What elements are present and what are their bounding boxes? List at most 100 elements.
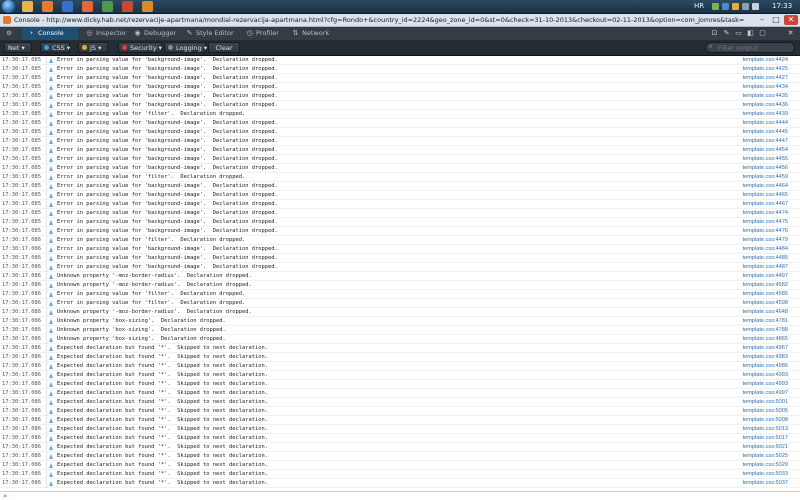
battery-icon[interactable] (752, 3, 759, 10)
log-row[interactable]: 17:30:17.085 Error in parsing value for '… (0, 191, 800, 200)
log-row[interactable]: 17:30:17.086 Expected declaration but fou… (0, 416, 800, 425)
log-row[interactable]: 17:30:17.085 Error in parsing value for '… (0, 128, 800, 137)
log-row[interactable]: 17:30:17.085 Error in parsing value for '… (0, 74, 800, 83)
log-row[interactable]: 17:30:17.085 Error in parsing value for '… (0, 92, 800, 101)
log-source-link[interactable]: template.css:5017 (743, 434, 788, 443)
log-row[interactable]: 17:30:17.085 Error in parsing value for '… (0, 110, 800, 119)
log-row[interactable]: 17:30:17.085 Error in parsing value for '… (0, 65, 800, 74)
log-row[interactable]: 17:30:17.085 Error in parsing value for '… (0, 155, 800, 164)
devtools-settings-icon[interactable]: ⚙ (2, 27, 16, 40)
clear-button[interactable]: Clear (208, 42, 240, 53)
log-source-link[interactable]: template.css:4464 (743, 182, 788, 191)
responsive-design-icon[interactable]: ▭ (734, 29, 743, 38)
bluetooth-icon[interactable] (722, 3, 729, 10)
log-source-link[interactable]: template.css:4582 (743, 281, 788, 290)
security-filter-button[interactable]: Security ▾ (118, 42, 162, 53)
network-icon[interactable] (712, 3, 719, 10)
window-icon[interactable]: ▢ (758, 29, 767, 38)
shield-icon[interactable] (732, 3, 739, 10)
tab-profiler[interactable]: ◷ Profiler (240, 27, 284, 40)
log-row[interactable]: 17:30:17.086 Expected declaration but fou… (0, 452, 800, 461)
clock[interactable]: 17:33 (772, 1, 792, 12)
log-source-link[interactable]: template.css:4445 (743, 128, 788, 137)
log-source-link[interactable]: template.css:4781 (743, 317, 788, 326)
log-row[interactable]: 17:30:17.085 Error in parsing value for '… (0, 182, 800, 191)
log-row[interactable]: 17:30:17.085 Error in parsing value for '… (0, 83, 800, 92)
log-source-link[interactable]: template.css:4788 (743, 326, 788, 335)
log-row[interactable]: 17:30:17.085 Error in parsing value for '… (0, 227, 800, 236)
log-row[interactable]: 17:30:17.086 Unknown property 'box-sizing… (0, 317, 800, 326)
log-source-link[interactable]: template.css:4444 (743, 119, 788, 128)
log-source-link[interactable]: template.css:5037 (743, 479, 788, 488)
log-source-link[interactable]: template.css:4598 (743, 299, 788, 308)
log-source-link[interactable]: template.css:5029 (743, 461, 788, 470)
log-source-link[interactable]: template.css:4476 (743, 227, 788, 236)
log-row[interactable]: 17:30:17.086 Unknown property '-moz-borde… (0, 281, 800, 290)
log-source-link[interactable]: template.css:4475 (743, 218, 788, 227)
log-source-link[interactable]: template.css:5025 (743, 452, 788, 461)
maximize-button[interactable]: □ (770, 15, 782, 25)
log-source-link[interactable]: template.css:4585 (743, 290, 788, 299)
start-button-icon[interactable] (2, 0, 15, 13)
log-row[interactable]: 17:30:17.085 Error in parsing value for '… (0, 164, 800, 173)
firefox-icon[interactable] (82, 1, 93, 12)
tab-debugger[interactable]: ◉ Debugger (128, 27, 178, 40)
log-source-link[interactable]: template.css:4997 (743, 389, 788, 398)
log-row[interactable]: 17:30:17.086 Expected declaration but fou… (0, 371, 800, 380)
log-row[interactable]: 17:30:17.085 Error in parsing value for '… (0, 56, 800, 65)
log-row[interactable]: 17:30:17.086 Error in parsing value for '… (0, 263, 800, 272)
log-source-link[interactable]: template.css:5008 (743, 416, 788, 425)
tab-style-editor[interactable]: ✎ Style Editor (180, 27, 238, 40)
log-row[interactable]: 17:30:17.086 Error in parsing value for '… (0, 254, 800, 263)
log-source-link[interactable]: template.css:4967 (743, 344, 788, 353)
log-row[interactable]: 17:30:17.086 Unknown property 'box-sizing… (0, 326, 800, 335)
log-row[interactable]: 17:30:17.085 Error in parsing value for '… (0, 137, 800, 146)
tab-console[interactable]: › Console (22, 27, 78, 40)
log-source-link[interactable]: template.css:4497 (743, 272, 788, 281)
log-row[interactable]: 17:30:17.086 Unknown property 'box-sizing… (0, 335, 800, 344)
log-row[interactable]: 17:30:17.086 Expected declaration but fou… (0, 470, 800, 479)
log-source-link[interactable]: template.css:4648 (743, 308, 788, 317)
log-row[interactable]: 17:30:17.086 Expected declaration but fou… (0, 380, 800, 389)
log-source-link[interactable]: template.css:4455 (743, 155, 788, 164)
log-source-link[interactable]: template.css:4467 (743, 200, 788, 209)
log-row[interactable]: 17:30:17.086 Expected declaration but fou… (0, 407, 800, 416)
log-source-link[interactable]: template.css:5021 (743, 443, 788, 452)
log-row[interactable]: 17:30:17.086 Expected declaration but fou… (0, 398, 800, 407)
app-icon[interactable] (122, 1, 133, 12)
log-source-link[interactable]: template.css:4465 (743, 191, 788, 200)
tab-inspector[interactable]: ◎ Inspector (80, 27, 126, 40)
log-row[interactable]: 17:30:17.086 Expected declaration but fou… (0, 362, 800, 371)
log-source-link[interactable]: template.css:5013 (743, 425, 788, 434)
log-source-link[interactable]: template.css:4436 (743, 101, 788, 110)
log-row[interactable]: 17:30:17.086 Expected declaration but fou… (0, 479, 800, 488)
chrome-icon[interactable] (102, 1, 113, 12)
log-row[interactable]: 17:30:17.086 Error in parsing value for '… (0, 245, 800, 254)
log-row[interactable]: 17:30:17.086 Expected declaration but fou… (0, 461, 800, 470)
media-player-icon[interactable] (42, 1, 53, 12)
log-row[interactable]: 17:30:17.086 Error in parsing value for '… (0, 299, 800, 308)
log-source-link[interactable]: template.css:4983 (743, 353, 788, 362)
log-source-link[interactable]: template.css:4487 (743, 263, 788, 272)
log-row[interactable]: 17:30:17.086 Expected declaration but fou… (0, 389, 800, 398)
log-row[interactable]: 17:30:17.085 Error in parsing value for '… (0, 146, 800, 155)
explorer-icon[interactable] (22, 1, 33, 12)
log-source-link[interactable]: template.css:4439 (743, 110, 788, 119)
log-source-link[interactable]: template.css:5001 (743, 398, 788, 407)
log-source-link[interactable]: template.css:4993 (743, 371, 788, 380)
log-source-link[interactable]: template.css:4993 (743, 380, 788, 389)
log-row[interactable]: 17:30:17.086 Expected declaration but fou… (0, 425, 800, 434)
log-source-link[interactable]: template.css:5033 (743, 470, 788, 479)
volume-icon[interactable] (742, 3, 749, 10)
log-source-link[interactable]: template.css:4865 (743, 335, 788, 344)
log-source-link[interactable]: template.css:4427 (743, 74, 788, 83)
log-source-link[interactable]: template.css:4435 (743, 92, 788, 101)
log-source-link[interactable]: template.css:4424 (743, 56, 788, 65)
log-row[interactable]: 17:30:17.085 Error in parsing value for '… (0, 218, 800, 227)
log-source-link[interactable]: template.css:4434 (743, 83, 788, 92)
log-row[interactable]: 17:30:17.085 Error in parsing value for '… (0, 200, 800, 209)
log-source-link[interactable]: template.css:4456 (743, 164, 788, 173)
net-filter-button[interactable]: Net ▾ (4, 42, 32, 53)
log-row[interactable]: 17:30:17.086 Expected declaration but fou… (0, 443, 800, 452)
css-filter-button[interactable]: CSS ▾ (40, 42, 70, 53)
